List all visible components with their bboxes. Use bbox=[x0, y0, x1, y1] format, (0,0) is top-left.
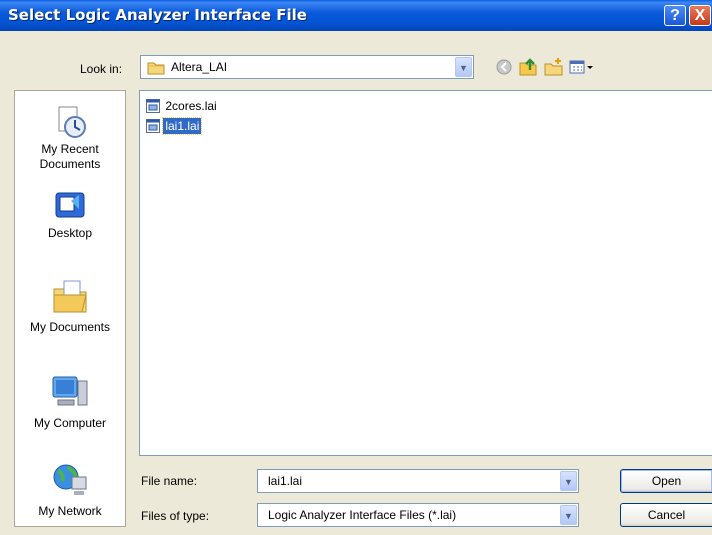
my-documents-icon bbox=[53, 280, 87, 313]
desktop-icon bbox=[55, 192, 85, 218]
lookin-dropdown[interactable]: Altera_LAI ▼ bbox=[140, 55, 474, 79]
place-label: My Documents bbox=[29, 320, 111, 334]
file-name: 2cores.lai bbox=[165, 99, 217, 113]
chevron-down-icon[interactable]: ▼ bbox=[560, 505, 577, 525]
place-my-recent-documents[interactable]: My Recent Documents bbox=[15, 105, 125, 172]
recent-documents-icon bbox=[58, 106, 86, 138]
place-my-documents[interactable]: My Documents bbox=[15, 277, 125, 335]
chevron-down-icon[interactable]: ▼ bbox=[560, 471, 577, 491]
my-computer-icon bbox=[52, 376, 88, 406]
place-label: My Network bbox=[38, 504, 102, 518]
lookin-value: Altera_LAI bbox=[171, 60, 228, 74]
filename-value[interactable]: lai1.lai bbox=[268, 474, 302, 488]
title-bar: Select Logic Analyzer Interface File ? X bbox=[0, 0, 712, 31]
cancel-button[interactable]: Cancel bbox=[620, 503, 712, 527]
list-item[interactable]: 2cores.lai bbox=[146, 98, 219, 114]
up-folder-icon[interactable] bbox=[518, 57, 538, 77]
lookin-label: Look in: bbox=[80, 62, 123, 76]
place-label: My Recent Documents bbox=[39, 142, 101, 171]
place-label: My Computer bbox=[33, 416, 107, 430]
filetype-label: Files of type: bbox=[141, 509, 210, 523]
filetype-value: Logic Analyzer Interface Files (*.lai) bbox=[268, 508, 457, 522]
lai-file-icon bbox=[146, 119, 160, 137]
list-item[interactable]: lai1.lai bbox=[146, 117, 203, 137]
place-my-network[interactable]: My Network bbox=[15, 461, 125, 519]
place-desktop[interactable]: Desktop bbox=[15, 189, 125, 241]
folder-icon bbox=[147, 61, 165, 78]
lai-file-icon bbox=[146, 99, 160, 117]
filetype-dropdown[interactable]: Logic Analyzer Interface Files (*.lai) ▼ bbox=[257, 503, 579, 527]
new-folder-icon[interactable] bbox=[544, 57, 564, 77]
places-bar: My Recent Documents Desktop My Documents… bbox=[14, 90, 126, 527]
filename-input[interactable]: lai1.lai ▼ bbox=[257, 469, 579, 493]
my-network-icon bbox=[53, 464, 87, 495]
filename-label: File name: bbox=[141, 474, 198, 488]
open-button[interactable]: Open bbox=[620, 469, 712, 493]
close-button[interactable]: X bbox=[689, 5, 711, 26]
place-my-computer[interactable]: My Computer bbox=[15, 373, 125, 431]
chevron-down-icon[interactable]: ▼ bbox=[455, 57, 472, 77]
place-label: Desktop bbox=[47, 226, 93, 240]
view-menu-icon[interactable] bbox=[568, 57, 596, 77]
help-button[interactable]: ? bbox=[664, 5, 686, 26]
window-title: Select Logic Analyzer Interface File bbox=[8, 6, 307, 24]
back-icon[interactable] bbox=[494, 57, 514, 77]
file-list[interactable]: 2cores.lai lai1.lai bbox=[139, 90, 712, 456]
file-name: lai1.lai bbox=[162, 117, 203, 135]
